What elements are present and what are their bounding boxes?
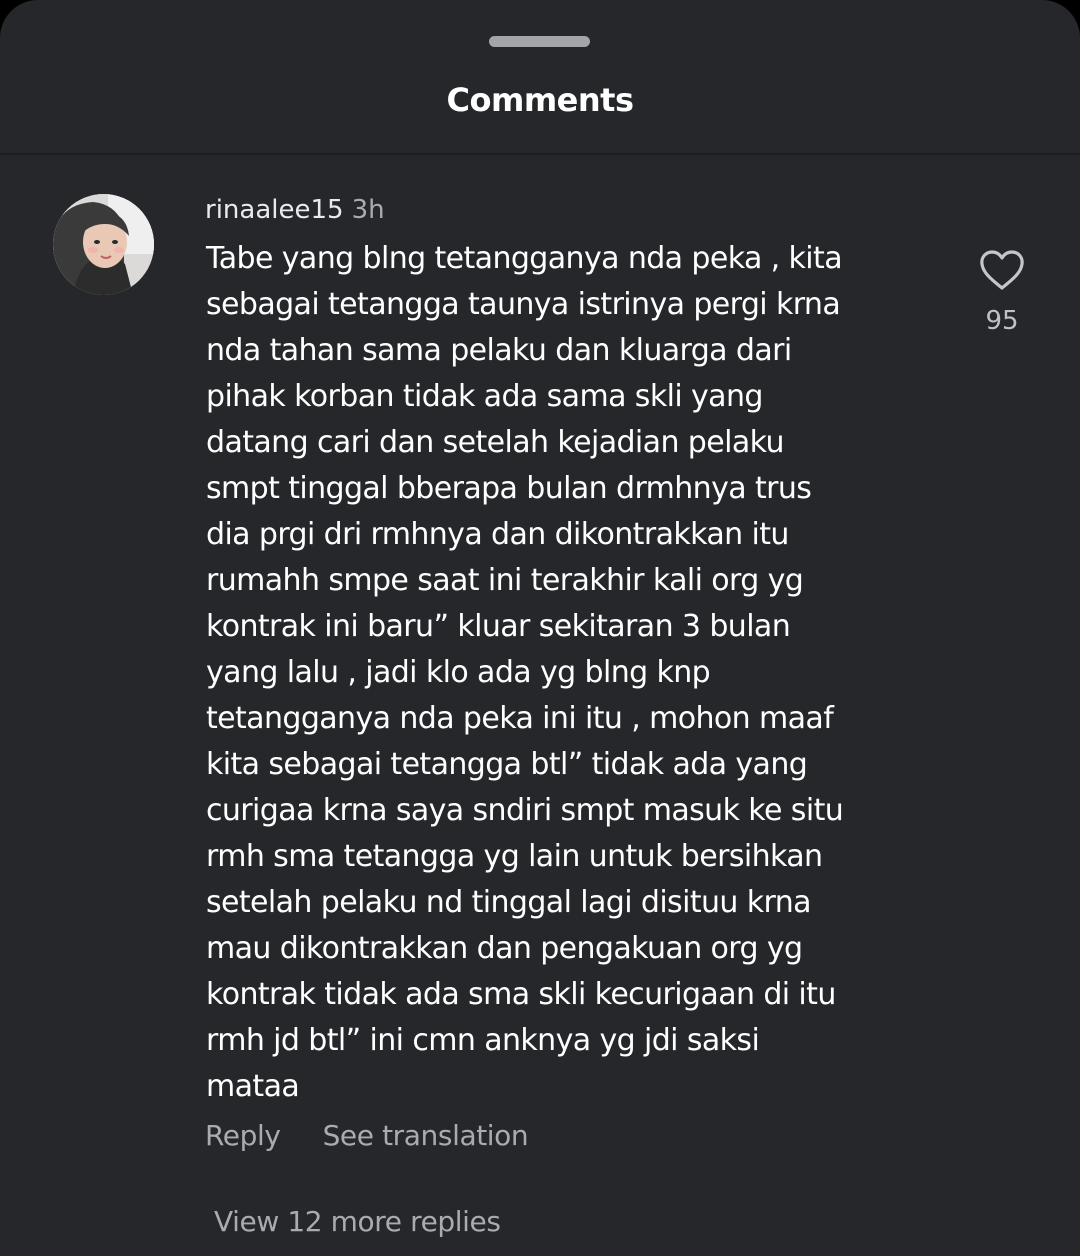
- avatar-image: [53, 194, 154, 295]
- comment-username[interactable]: rinaalee15: [205, 195, 344, 225]
- comments-sheet: Comments rinaalee15 3h Tabe yang blng tet…: [0, 0, 1080, 1256]
- comment-text: Tabe yang blng tetangganya nda peka , ki…: [206, 241, 844, 1104]
- heart-outline-icon: [980, 250, 1024, 290]
- comment-timestamp: 3h: [351, 195, 385, 225]
- reply-button[interactable]: Reply: [205, 1119, 281, 1152]
- comment-actions: Reply See translation: [205, 1116, 529, 1156]
- drag-handle[interactable]: [489, 36, 590, 47]
- header-divider: [0, 153, 1080, 155]
- view-more-replies-button[interactable]: View 12 more replies: [214, 1202, 501, 1242]
- like-count: 95: [985, 306, 1019, 336]
- see-translation-button[interactable]: See translation: [323, 1119, 529, 1152]
- avatar[interactable]: [53, 194, 154, 295]
- comment-meta: rinaalee15 3h: [205, 192, 385, 228]
- sheet-title: Comments: [446, 81, 634, 119]
- like-button[interactable]: [975, 244, 1029, 298]
